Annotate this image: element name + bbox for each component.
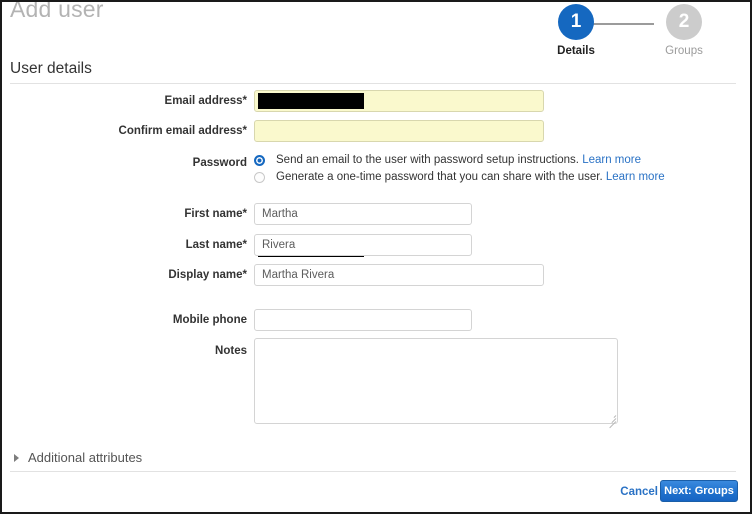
mobile-phone-input[interactable] [254, 309, 472, 331]
password-option-group: Send an email to the user with password … [254, 152, 674, 186]
wizard-step-2-circle: 2 [666, 4, 702, 40]
wizard-step-2-label: Groups [665, 45, 703, 57]
email-label: Email address* [164, 95, 247, 107]
confirm-email-label: Confirm email address* [118, 125, 247, 137]
password-option-email-learn-more-link[interactable]: Learn more [582, 154, 641, 166]
section-divider [10, 83, 736, 84]
password-option-email[interactable]: Send an email to the user with password … [254, 152, 674, 168]
mobile-phone-label: Mobile phone [172, 314, 247, 326]
add-user-dialog: Add user 1 Details 2 Groups User details… [0, 0, 752, 514]
radio-selected-icon[interactable] [254, 155, 265, 166]
email-redaction-bar [258, 93, 364, 109]
page-title: Add user [10, 0, 104, 22]
additional-attributes-label: Additional attributes [28, 450, 143, 465]
cancel-button[interactable]: Cancel [620, 486, 658, 498]
password-label: Password [192, 157, 247, 169]
display-name-label: Display name* [168, 269, 247, 281]
triangle-right-icon [14, 454, 19, 462]
wizard-step-1-circle: 1 [558, 4, 594, 40]
dialog-canvas: Add user 1 Details 2 Groups User details… [2, 2, 750, 512]
notes-textarea[interactable] [254, 338, 618, 424]
password-option-onetime-text: Generate a one-time password that you ca… [276, 171, 603, 183]
last-name-input[interactable] [254, 234, 472, 256]
wizard-step-details[interactable]: 1 Details [540, 4, 612, 57]
next-groups-button[interactable]: Next: Groups [660, 480, 738, 502]
password-option-onetime-learn-more-link[interactable]: Learn more [606, 171, 665, 183]
password-option-email-text: Send an email to the user with password … [276, 154, 579, 166]
wizard-step-groups[interactable]: 2 Groups [648, 4, 720, 57]
confirm-email-input[interactable] [254, 120, 544, 142]
last-name-label: Last name* [185, 239, 247, 251]
first-name-input[interactable] [254, 203, 472, 225]
first-name-label: First name* [184, 208, 247, 220]
display-name-input[interactable] [254, 264, 544, 286]
footer-divider [10, 471, 736, 472]
notes-label: Notes [215, 345, 247, 357]
radio-unselected-icon[interactable] [254, 172, 265, 183]
wizard-step-indicator: 1 Details 2 Groups [542, 4, 742, 66]
wizard-step-1-label: Details [557, 45, 595, 57]
password-option-onetime[interactable]: Generate a one-time password that you ca… [254, 169, 674, 185]
section-title: User details [10, 60, 92, 77]
